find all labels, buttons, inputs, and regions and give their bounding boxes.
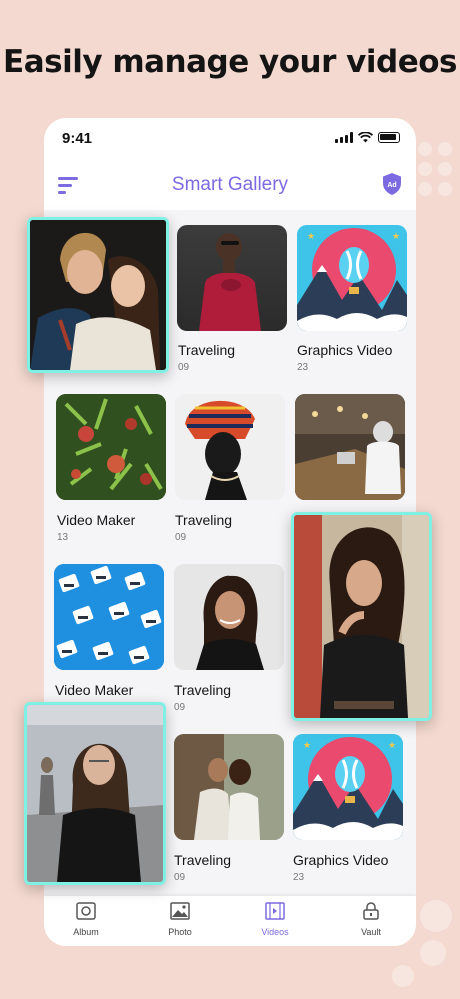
album-title: Graphics Video <box>293 852 389 868</box>
decor-dot <box>418 182 432 196</box>
star-icon: ★ <box>392 231 400 241</box>
status-icons <box>335 132 400 143</box>
album-title: Traveling <box>175 512 233 528</box>
signal-icon <box>335 132 353 143</box>
tab-vault[interactable]: Vault <box>341 902 401 937</box>
album-thumbnail <box>199 233 261 331</box>
bottom-tab-bar: Album Photo Videos Vault <box>44 896 416 946</box>
decor-dot <box>392 965 414 987</box>
album-thumbnail <box>295 394 405 500</box>
album-thumbnail: ★ ★ <box>297 225 407 331</box>
star-icon: ★ <box>307 231 315 241</box>
status-bar: 9:41 <box>44 118 416 162</box>
ad-badge-text: Ad <box>387 182 396 189</box>
album-title: Traveling <box>174 682 232 698</box>
tab-label: Album <box>73 927 99 937</box>
tab-album[interactable]: Album <box>56 902 116 937</box>
wifi-icon <box>358 132 373 143</box>
album-title: Video Maker <box>57 512 136 528</box>
album-count: 09 <box>174 872 186 883</box>
album-count: 09 <box>178 362 190 373</box>
album-thumbnail: ★ ★ <box>293 734 403 840</box>
album-count: 09 <box>175 532 187 543</box>
featured-image <box>294 515 429 718</box>
tab-photo[interactable]: Photo <box>150 902 210 937</box>
status-time: 9:41 <box>62 130 93 147</box>
album-tile-graphics-video[interactable]: ★ ★ <box>297 225 407 331</box>
tab-videos[interactable]: Videos <box>245 902 305 937</box>
videos-icon <box>265 902 285 920</box>
decor-dot <box>418 162 432 176</box>
album-count: 13 <box>57 532 69 543</box>
tab-label: Vault <box>361 927 381 937</box>
photo-icon <box>170 902 190 920</box>
album-title: Traveling <box>174 852 232 868</box>
album-title: Traveling <box>178 342 236 358</box>
featured-image <box>27 705 163 882</box>
decor-dot <box>438 182 452 196</box>
album-thumbnail <box>56 394 166 500</box>
vault-icon <box>363 902 379 920</box>
album-thumbnail <box>174 564 284 670</box>
decor-dot <box>420 900 452 932</box>
album-tile-video-maker[interactable] <box>56 394 166 500</box>
album-thumbnail <box>175 394 285 500</box>
album-title: Video Maker <box>55 682 134 698</box>
album-title: Graphics Video <box>297 342 393 358</box>
decor-dot <box>420 940 446 966</box>
ad-shield-icon[interactable]: Ad <box>382 172 402 196</box>
decor-dot <box>438 142 452 156</box>
album-count: 23 <box>297 362 309 373</box>
app-title: Smart Gallery <box>171 174 289 195</box>
decor-dot <box>438 162 452 176</box>
album-tile-graphics-video[interactable]: ★ ★ <box>293 734 403 840</box>
album-thumbnail <box>174 734 284 840</box>
star-icon: ★ <box>388 740 396 750</box>
headline: Easily manage your videos <box>3 44 457 80</box>
featured-image <box>30 220 166 370</box>
tab-label: Videos <box>261 927 289 937</box>
featured-photo-girl[interactable] <box>24 702 166 885</box>
featured-photo-couple[interactable] <box>27 217 169 373</box>
album-tile-traveling[interactable] <box>177 225 287 331</box>
album-tile-video-maker[interactable] <box>54 564 164 670</box>
star-icon: ★ <box>303 740 311 750</box>
album-tile-traveling[interactable] <box>175 394 285 500</box>
featured-photo-woman[interactable] <box>291 512 432 721</box>
decor-dot <box>418 142 432 156</box>
battery-icon <box>378 132 400 143</box>
album-tile-traveling[interactable] <box>174 734 284 840</box>
album-icon <box>76 902 96 920</box>
album-thumbnail <box>54 564 164 670</box>
app-header: Smart Gallery Ad <box>44 162 416 210</box>
tab-label: Photo <box>168 927 192 937</box>
album-tile-traveling[interactable] <box>174 564 284 670</box>
album-tile-cafe[interactable] <box>295 394 405 500</box>
album-count: 23 <box>293 872 305 883</box>
album-count: 09 <box>174 702 186 713</box>
